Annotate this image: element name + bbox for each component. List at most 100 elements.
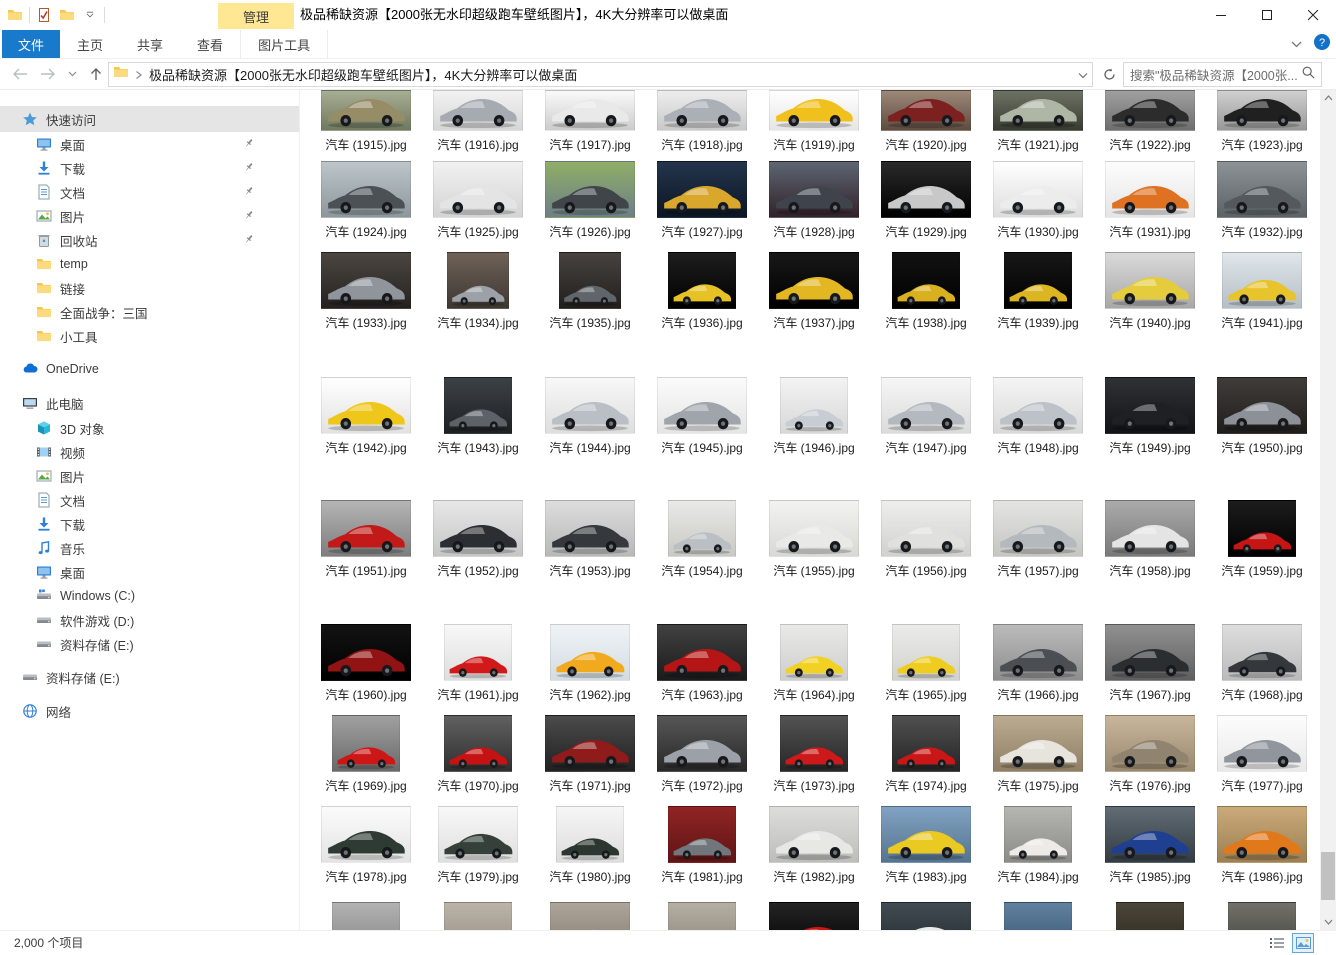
file-thumbnail[interactable] [321,624,411,681]
file-thumbnail[interactable] [444,377,512,434]
file-thumbnail[interactable] [556,806,624,863]
sidebar-item-drive-e[interactable]: 资料存储 (E:) [0,664,299,690]
file-thumbnail[interactable] [1222,252,1302,309]
file-thumbnail[interactable] [881,806,971,863]
file-thumbnail[interactable] [769,500,859,557]
search-icon[interactable] [1302,66,1315,84]
file-item[interactable]: 汽车 (1960).jpg [310,624,422,703]
file-item[interactable]: 汽车 (1995).jpg [1206,902,1318,930]
sidebar-item-3[interactable]: 图片 [0,204,299,228]
file-thumbnail[interactable] [321,161,411,218]
sidebar-item-0[interactable]: 桌面 [0,132,299,156]
file-thumbnail[interactable] [668,252,736,309]
recent-locations-chevron-icon[interactable] [64,62,80,86]
file-item[interactable]: 汽车 (1980).jpg [534,806,646,885]
file-thumbnail[interactable] [657,715,747,772]
file-thumbnail[interactable] [1217,161,1307,218]
file-item[interactable]: 汽车 (1950).jpg [1206,377,1318,456]
file-item[interactable]: 汽车 (1948).jpg [982,377,1094,456]
file-item[interactable]: 汽车 (1918).jpg [646,90,758,153]
file-item[interactable]: 汽车 (1962).jpg [534,624,646,703]
file-thumbnail[interactable] [1228,500,1296,557]
file-thumbnail[interactable] [433,90,523,131]
file-thumbnail[interactable] [668,806,736,863]
sidebar-item-pc-4[interactable]: 下载 [0,512,299,536]
file-item[interactable]: 汽车 (1946).jpg [758,377,870,456]
file-item[interactable]: 汽车 (1941).jpg [1206,252,1318,331]
file-item[interactable]: 汽车 (1972).jpg [646,715,758,794]
file-item[interactable]: 汽车 (1963).jpg [646,624,758,703]
file-item[interactable]: 汽车 (1965).jpg [870,624,982,703]
file-thumbnail[interactable] [993,90,1083,131]
vertical-scrollbar[interactable] [1320,90,1336,930]
file-item[interactable]: 汽车 (1975).jpg [982,715,1094,794]
file-thumbnail[interactable] [1217,377,1307,434]
sidebar-item-2[interactable]: 文档 [0,180,299,204]
sidebar-item-pc-6[interactable]: 桌面 [0,560,299,584]
file-item[interactable]: 汽车 (1990).jpg [646,902,758,930]
file-thumbnail[interactable] [545,161,635,218]
file-item[interactable]: 汽车 (1928).jpg [758,161,870,240]
file-thumbnail[interactable] [881,161,971,218]
file-item[interactable]: 汽车 (1923).jpg [1206,90,1318,153]
file-item[interactable]: 汽车 (1937).jpg [758,252,870,331]
file-thumbnail[interactable] [780,624,848,681]
file-thumbnail[interactable] [769,252,859,309]
file-thumbnail[interactable] [321,500,411,557]
file-thumbnail[interactable] [550,624,630,681]
sidebar-item-quick-access[interactable]: 快速访问 [0,106,299,132]
tab-1[interactable]: 共享 [120,30,180,58]
tab-0[interactable]: 主页 [60,30,120,58]
forward-icon[interactable] [36,62,60,86]
file-item[interactable]: 汽车 (1947).jpg [870,377,982,456]
minimize-button[interactable] [1198,0,1244,30]
file-thumbnail[interactable] [668,500,736,557]
address-dropdown-chevron-icon[interactable] [1078,66,1088,84]
file-thumbnail[interactable] [993,500,1083,557]
file-thumbnail[interactable] [1105,377,1195,434]
file-item[interactable]: 汽车 (1956).jpg [870,500,982,579]
file-item[interactable]: 汽车 (1921).jpg [982,90,1094,153]
file-item[interactable]: 汽车 (1979).jpg [422,806,534,885]
file-item[interactable]: 汽车 (1967).jpg [1094,624,1206,703]
file-thumbnail[interactable] [881,500,971,557]
file-item[interactable]: 汽车 (1915).jpg [310,90,422,153]
scroll-up-icon[interactable] [1320,90,1336,106]
file-item[interactable]: 汽车 (1926).jpg [534,161,646,240]
file-item[interactable]: 汽车 (1922).jpg [1094,90,1206,153]
file-thumbnail[interactable] [769,806,859,863]
file-thumbnail[interactable] [657,624,747,681]
file-item[interactable]: 汽车 (1935).jpg [534,252,646,331]
file-item[interactable]: 汽车 (1957).jpg [982,500,1094,579]
file-thumbnail[interactable] [438,806,518,863]
sidebar-item-pc-9[interactable]: 资料存储 (E:) [0,632,299,656]
file-item[interactable]: 汽车 (1939).jpg [982,252,1094,331]
file-thumbnail[interactable] [1004,252,1072,309]
file-item[interactable]: 汽车 (1920).jpg [870,90,982,153]
file-item[interactable]: 汽车 (1940).jpg [1094,252,1206,331]
file-thumbnail[interactable] [545,377,635,434]
file-thumbnail[interactable] [780,377,848,434]
file-item[interactable]: 汽车 (1954).jpg [646,500,758,579]
sidebar-item-5[interactable]: temp [0,252,299,276]
file-item[interactable]: 汽车 (1994).jpg [1094,902,1206,930]
file-thumbnail[interactable] [545,500,635,557]
file-thumbnail[interactable] [321,377,411,434]
file-item[interactable]: 汽车 (1919).jpg [758,90,870,153]
file-thumbnail[interactable] [769,161,859,218]
sidebar-item-6[interactable]: 链接 [0,276,299,300]
file-thumbnail[interactable] [1217,90,1307,131]
file-item[interactable]: 汽车 (1925).jpg [422,161,534,240]
file-item[interactable]: 汽车 (1929).jpg [870,161,982,240]
file-thumbnail[interactable] [769,902,859,930]
file-item[interactable]: 汽车 (1993).jpg [982,902,1094,930]
back-icon[interactable] [8,62,32,86]
file-item[interactable]: 汽车 (1968).jpg [1206,624,1318,703]
file-item[interactable]: 汽车 (1944).jpg [534,377,646,456]
tab-file[interactable]: 文件 [2,30,60,58]
file-thumbnail[interactable] [447,252,509,309]
file-item[interactable]: 汽车 (1927).jpg [646,161,758,240]
file-thumbnail[interactable] [433,161,523,218]
file-thumbnail[interactable] [657,377,747,434]
sidebar-item-1[interactable]: 下载 [0,156,299,180]
